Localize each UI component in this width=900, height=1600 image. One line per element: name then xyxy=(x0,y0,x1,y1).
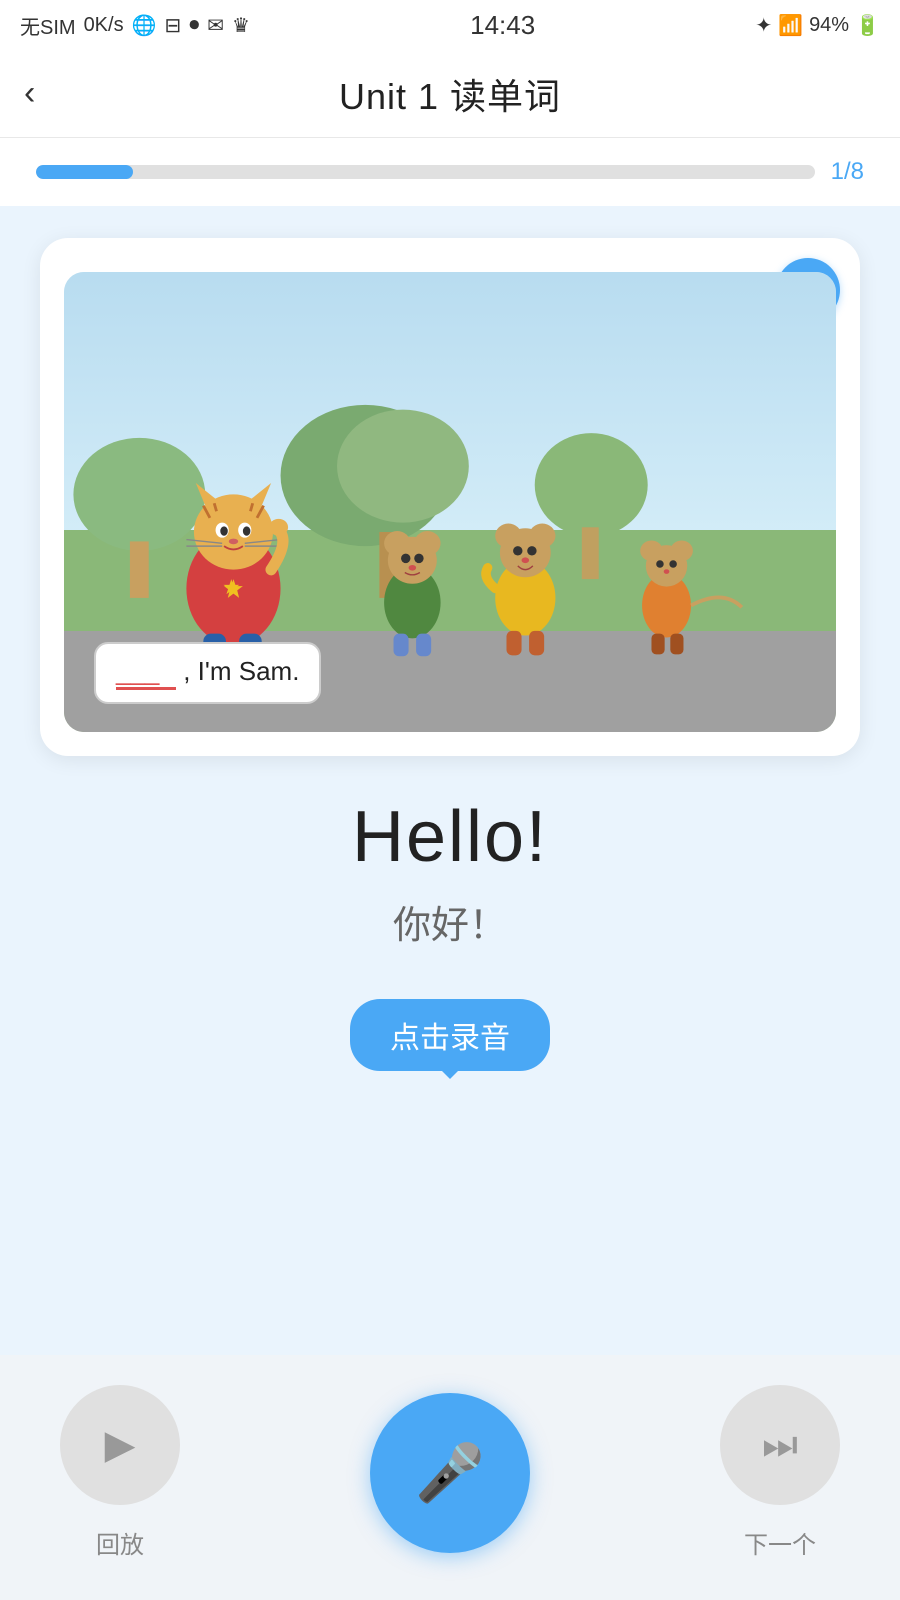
wifi-icon: 📶 xyxy=(778,13,803,38)
speed-label: 0K/s xyxy=(84,14,124,37)
status-left: 无SIM 0K/s 🌐 ⊟ ⏺ ✉ ♛ xyxy=(20,11,250,40)
mic-icon: 🎤 xyxy=(415,1440,485,1506)
word-section: Hello! 你好！ xyxy=(332,756,568,959)
progress-bar xyxy=(36,165,815,179)
word-english: Hello! xyxy=(352,796,548,878)
mail-icon: ✉ xyxy=(207,13,224,38)
speech-bubble: ___ , I'm Sam. xyxy=(94,642,321,704)
nav-bar: ‹ Unit 1 读单词 xyxy=(0,50,900,138)
playback-icon: ▶ xyxy=(105,1422,136,1468)
progress-section: 1/8 xyxy=(0,138,900,206)
back-button[interactable]: ‹ xyxy=(24,74,35,113)
network-icon: 🌐 xyxy=(132,13,157,38)
carrier-label: 无SIM xyxy=(20,11,76,40)
tooltip-wrap: 点击录音 xyxy=(350,959,550,1081)
status-time: 14:43 xyxy=(470,10,535,41)
characters-scene: ★ xyxy=(64,392,836,672)
battery-label: 94% xyxy=(809,14,849,37)
speech-text: , I'm Sam. xyxy=(183,656,299,686)
bottom-controls: ▶ 回放 🎤 ⏭ 下一个 xyxy=(0,1355,900,1600)
svg-text:★: ★ xyxy=(222,576,241,599)
status-bar: 无SIM 0K/s 🌐 ⊟ ⏺ ✉ ♛ 14:43 ✦ 📶 94% 🔋 xyxy=(0,0,900,50)
battery-icon: 🔋 xyxy=(855,13,880,38)
status-right: ✦ 📶 94% 🔋 xyxy=(755,13,880,38)
word-chinese: 你好！ xyxy=(352,894,548,949)
playback-label: 回放 xyxy=(96,1525,144,1560)
illustration: ★ xyxy=(64,272,836,732)
main-card: 🔊 xyxy=(40,238,860,756)
record-icon: ⏺ xyxy=(189,14,199,37)
bluetooth-icon: ✦ xyxy=(755,13,772,38)
progress-label: 1/8 xyxy=(831,158,864,186)
content-area: 🔊 xyxy=(0,206,900,1355)
record-tooltip: 点击录音 xyxy=(350,999,550,1071)
progress-fill xyxy=(36,165,133,179)
speech-blank: ___ xyxy=(116,656,176,690)
next-label: 下一个 xyxy=(744,1525,816,1560)
mic-button[interactable]: 🎤 xyxy=(370,1393,530,1553)
next-icon: ⏭ xyxy=(762,1423,798,1468)
page-title: Unit 1 读单词 xyxy=(339,68,561,120)
sim-icon: ⊟ xyxy=(165,13,182,38)
playback-button[interactable]: ▶ xyxy=(60,1385,180,1505)
next-button[interactable]: ⏭ xyxy=(720,1385,840,1505)
crown-icon: ♛ xyxy=(232,13,250,38)
